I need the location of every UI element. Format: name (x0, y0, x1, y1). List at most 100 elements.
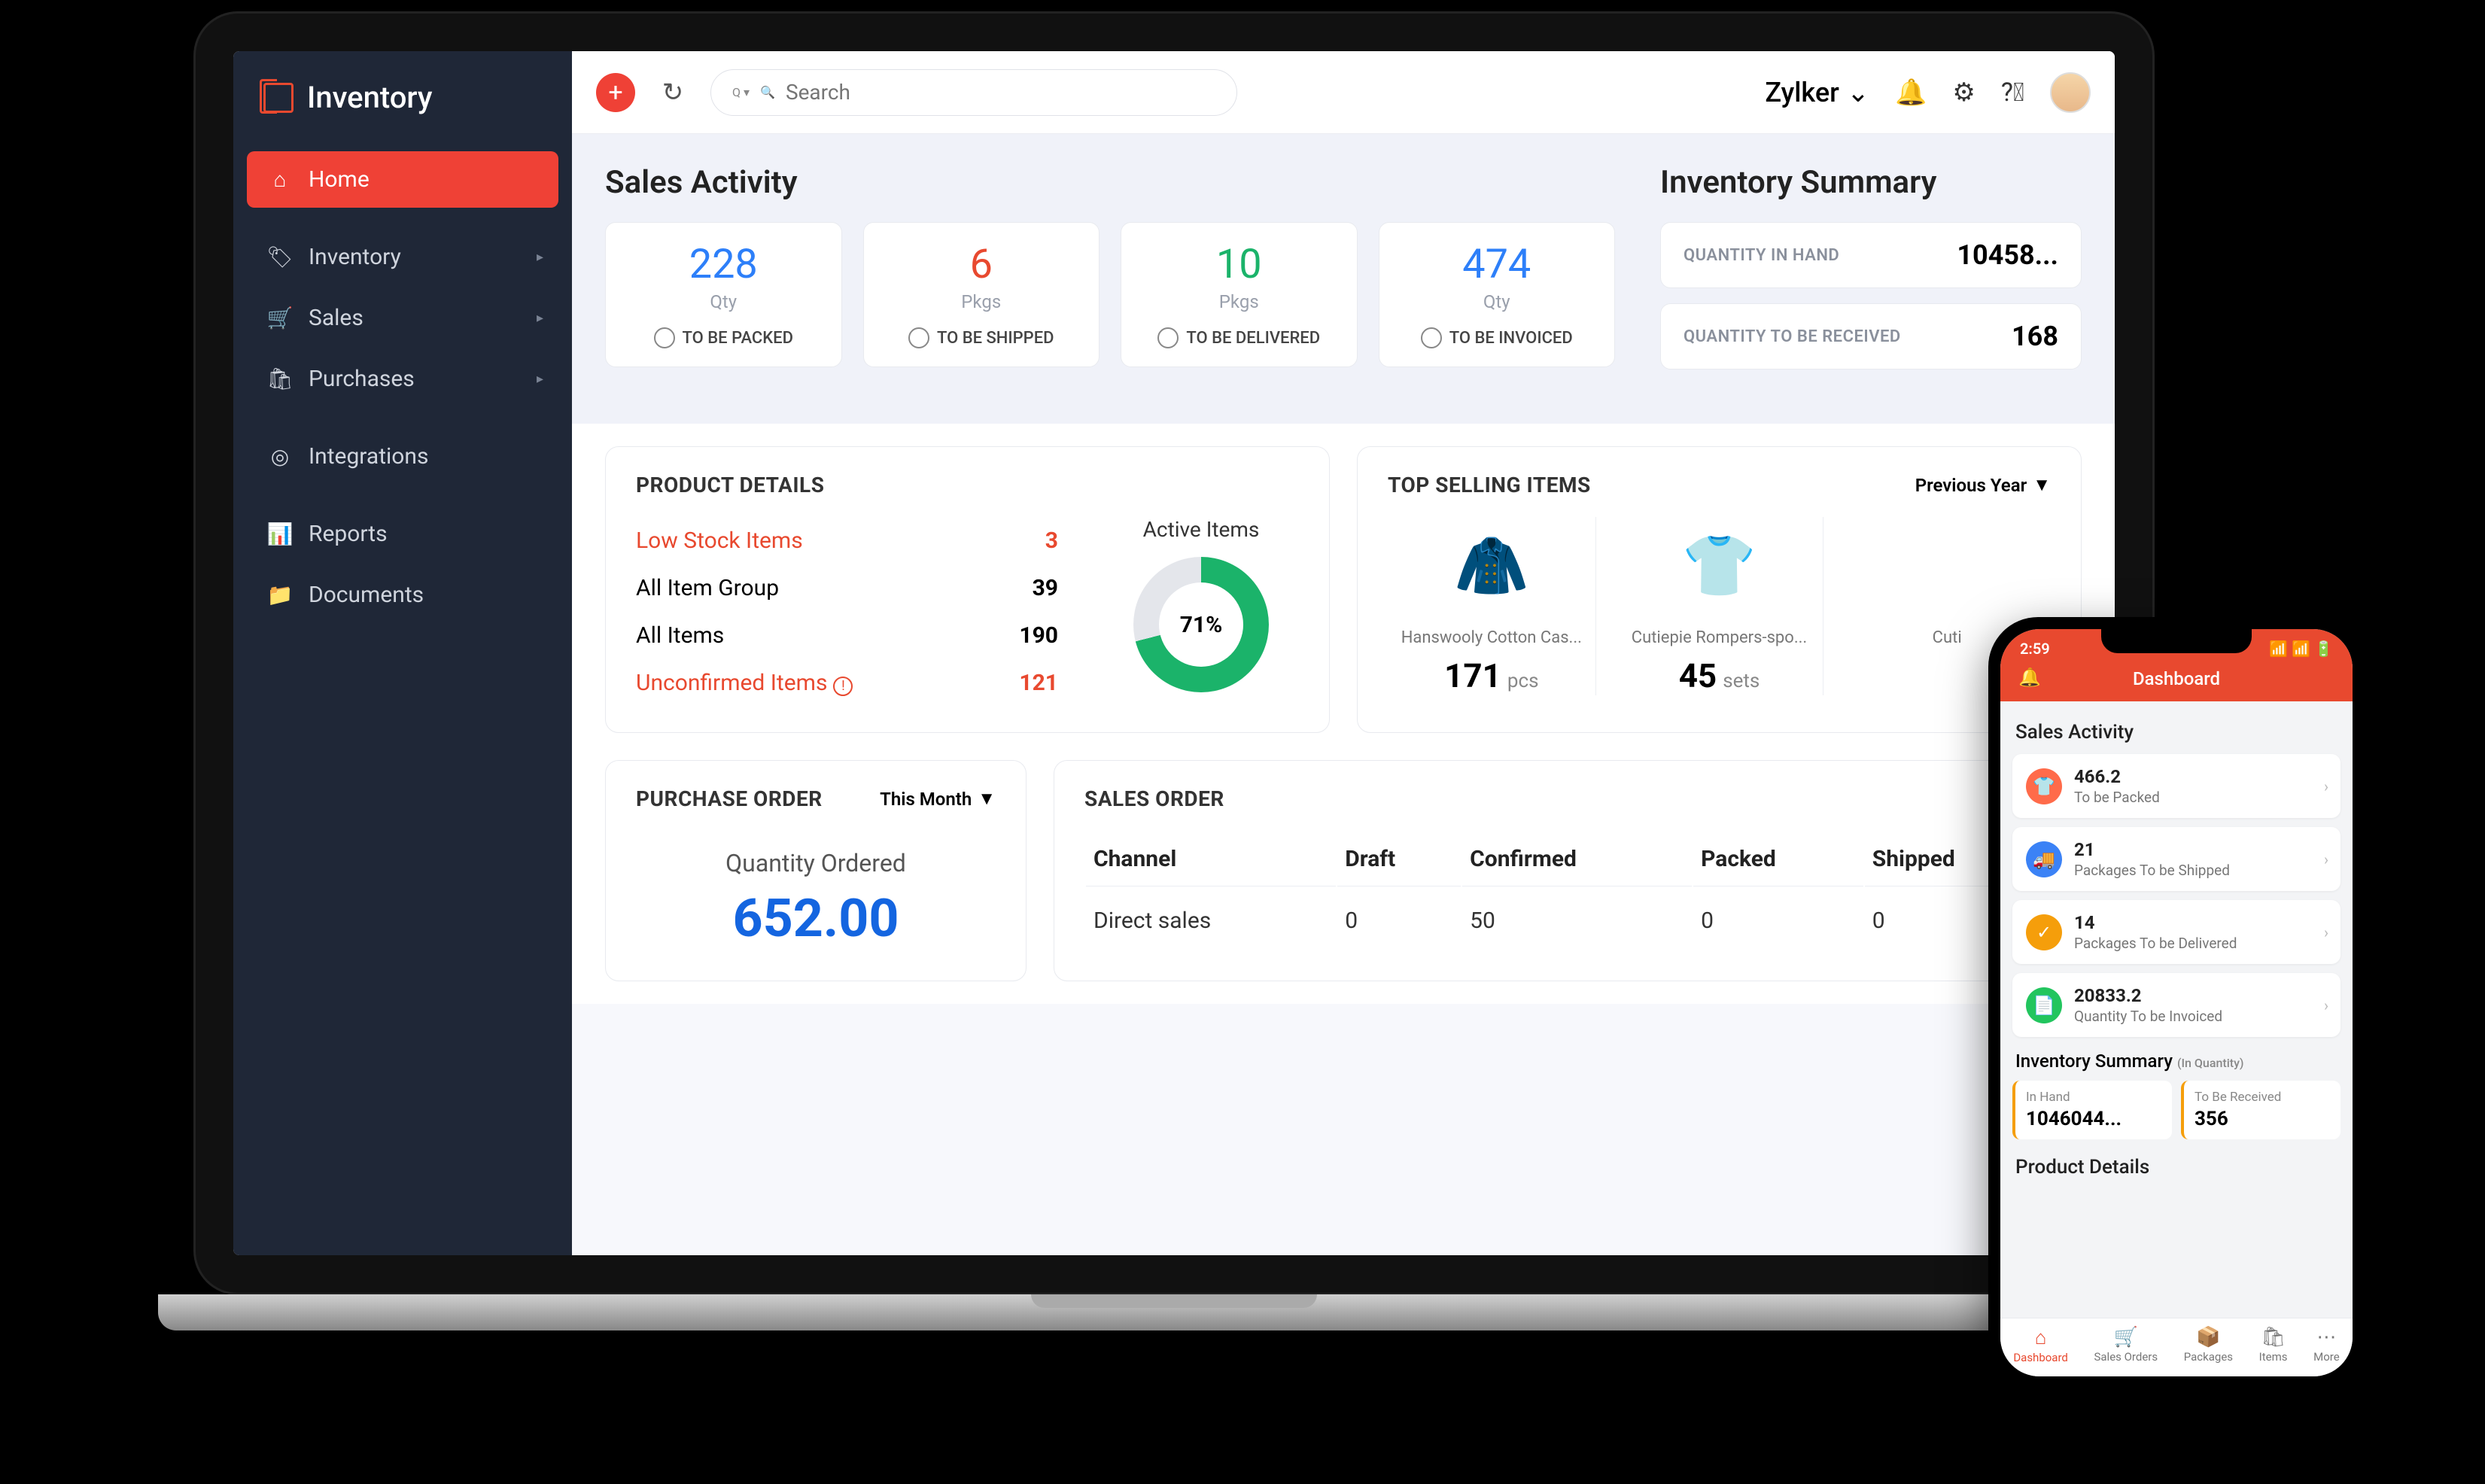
org-selector[interactable]: Zylker ⌄ (1765, 77, 1869, 108)
table-row[interactable]: Direct sales05000 (1086, 888, 2049, 953)
bell-icon[interactable]: 🔔 (2018, 667, 2041, 688)
app-logo: Inventory (247, 72, 558, 123)
mobile-inv-box[interactable]: To Be Received356 (2181, 1081, 2341, 1139)
sales-activity-card[interactable]: 10PkgsTO BE DELIVERED (1121, 222, 1358, 367)
mobile-activity-card[interactable]: 👕466.2To be Packed› (2012, 754, 2341, 818)
mobile-activity-card[interactable]: 🚚21Packages To be Shipped› (2012, 827, 2341, 891)
card-value: 474 (1395, 241, 1600, 288)
table-cell: 0 (1693, 888, 1863, 953)
card-value: 6 (879, 241, 1084, 288)
mobile-tab-more[interactable]: ⋯More (2313, 1326, 2340, 1364)
sidebar-item-label: Inventory (309, 244, 401, 270)
mobile-pd-title: Product Details (2015, 1156, 2337, 1178)
documents-icon: 📁 (268, 583, 292, 607)
activity-label: Quantity To be Invoiced (2074, 1008, 2222, 1025)
mobile-device: 2:59 📶 📶 🔋 🔔 Dashboard Sales Activity 👕4… (1988, 617, 2365, 1388)
search-box[interactable]: Q ▾ 🔍 (710, 69, 1237, 116)
inventory-summary-title: Inventory Summary (1660, 164, 2082, 201)
product-detail-row[interactable]: Low Stock Items3 (636, 517, 1058, 564)
sidebar-item-sales[interactable]: 🛒Sales▸ (247, 290, 558, 346)
mobile-sales-title: Sales Activity (2015, 721, 2337, 744)
sidebar-item-home[interactable]: ⌂Home (247, 151, 558, 208)
mobile-tab-dashboard[interactable]: ⌂Dashboard (2013, 1326, 2068, 1364)
table-header: Draft (1337, 832, 1461, 886)
card-unit: Qty (621, 291, 826, 312)
product-detail-row[interactable]: All Item Group39 (636, 564, 1058, 612)
avatar[interactable] (2050, 72, 2091, 113)
quantity-ordered-label: Quantity Ordered (636, 849, 996, 877)
product-unit: sets (1723, 670, 1760, 692)
top-selling-item[interactable]: 🧥Hanswooly Cotton Cas...171pcs (1388, 517, 1596, 695)
active-items-percent: 71% (1159, 582, 1243, 667)
caret-down-icon: ▼ (2033, 474, 2051, 496)
sales-activity-card[interactable]: 228QtyTO BE PACKED (605, 222, 842, 367)
sidebar-item-label: Integrations (309, 443, 428, 470)
activity-value: 20833.2 (2074, 985, 2222, 1006)
mobile-activity-card[interactable]: ✓14Packages To be Delivered› (2012, 900, 2341, 964)
inv-box-label: In Hand (2026, 1090, 2161, 1105)
chevron-right-icon: ▸ (537, 249, 543, 265)
pd-label: All Items (636, 622, 724, 649)
history-button[interactable]: ↻ (655, 75, 691, 111)
mobile-activity-card[interactable]: 📄20833.2Quantity To be Invoiced› (2012, 973, 2341, 1037)
help-icon[interactable]: ?⃝ (2001, 78, 2024, 108)
product-name: Cutiepie Rompers-spo... (1626, 628, 1813, 647)
mobile-inv-box[interactable]: In Hand1046044... (2012, 1081, 2172, 1139)
active-items-label: Active Items (1103, 517, 1299, 542)
mobile-tab-packages[interactable]: 📦Packages (2184, 1326, 2233, 1364)
activity-label: Packages To be Delivered (2074, 935, 2237, 952)
search-input[interactable] (786, 80, 1215, 105)
table-cell: 50 (1462, 888, 1692, 953)
sidebar-item-reports[interactable]: 📊Reports (247, 506, 558, 562)
integrations-icon: ◎ (268, 445, 292, 469)
product-image: 🧥 (1443, 517, 1541, 615)
tab-icon: 📦 (2184, 1326, 2233, 1349)
quantity-ordered-value: 652.00 (636, 888, 996, 950)
add-button[interactable]: + (596, 73, 635, 112)
search-scope[interactable]: Q ▾ (732, 85, 750, 99)
product-detail-row[interactable]: Unconfirmed Items!121 (636, 659, 1058, 707)
pd-value: 39 (1033, 575, 1058, 601)
sales-activity-card[interactable]: 6PkgsTO BE SHIPPED (863, 222, 1100, 367)
caret-down-icon: ▼ (978, 788, 996, 810)
card-unit: Pkgs (879, 291, 1084, 312)
main-content: + ↻ Q ▾ 🔍 Zylker ⌄ 🔔 ⚙ ?⃝ (572, 51, 2115, 1255)
product-details-title: PRODUCT DETAILS (636, 473, 824, 497)
gear-icon[interactable]: ⚙ (1952, 78, 1975, 108)
laptop-base (158, 1294, 2190, 1330)
chevron-down-icon: ⌄ (1847, 77, 1869, 108)
chevron-right-icon: › (2324, 996, 2328, 1014)
activity-icon: 👕 (2026, 768, 2062, 804)
inv-label: QUANTITY IN HAND (1684, 246, 1839, 265)
sidebar-item-inventory[interactable]: 🏷Inventory▸ (247, 229, 558, 285)
chevron-right-icon: ▸ (537, 371, 543, 387)
card-value: 10 (1136, 241, 1342, 288)
product-detail-row[interactable]: All Items190 (636, 612, 1058, 659)
sidebar-item-purchases[interactable]: 🛍Purchases▸ (247, 351, 558, 407)
sidebar-item-documents[interactable]: 📁Documents (247, 567, 558, 623)
purchase-order-period-dropdown[interactable]: This Month ▼ (880, 788, 996, 810)
table-header: Channel (1086, 832, 1336, 886)
card-unit: Pkgs (1136, 291, 1342, 312)
activity-value: 466.2 (2074, 766, 2160, 787)
sidebar-item-integrations[interactable]: ◎ Integrations (247, 428, 558, 485)
activity-label: To be Packed (2074, 789, 2160, 806)
chevron-right-icon: ▸ (537, 310, 543, 326)
sales-activity-card[interactable]: 474QtyTO BE INVOICED (1379, 222, 1616, 367)
mobile-tab-sales-orders[interactable]: 🛒Sales Orders (2094, 1326, 2158, 1364)
inv-box-label: To Be Received (2195, 1090, 2330, 1105)
chevron-right-icon: › (2324, 850, 2328, 868)
mobile-tab-items[interactable]: 🛍Items (2259, 1326, 2288, 1364)
purchase-order-title: PURCHASE ORDER (636, 786, 823, 811)
card-status: TO BE INVOICED (1395, 327, 1600, 348)
tab-icon: ⋯ (2313, 1326, 2340, 1349)
top-selling-period-dropdown[interactable]: Previous Year ▼ (1915, 474, 2051, 496)
sales-activity-section: Sales Activity 228QtyTO BE PACKED6PkgsTO… (605, 164, 1615, 385)
topbar: + ↻ Q ▾ 🔍 Zylker ⌄ 🔔 ⚙ ?⃝ (572, 51, 2115, 134)
bell-icon[interactable]: 🔔 (1895, 78, 1927, 108)
inventory-summary-row: QUANTITY TO BE RECEIVED168 (1660, 303, 2082, 369)
sales-order-panel: SALES ORDER ChannelDraftConfirmedPackedS… (1054, 760, 2082, 981)
mobile-title: Dashboard (2133, 668, 2220, 689)
top-selling-item[interactable]: 👕Cutiepie Rompers-spo...45sets (1616, 517, 1824, 695)
sidebar-item-label: Reports (309, 521, 388, 547)
